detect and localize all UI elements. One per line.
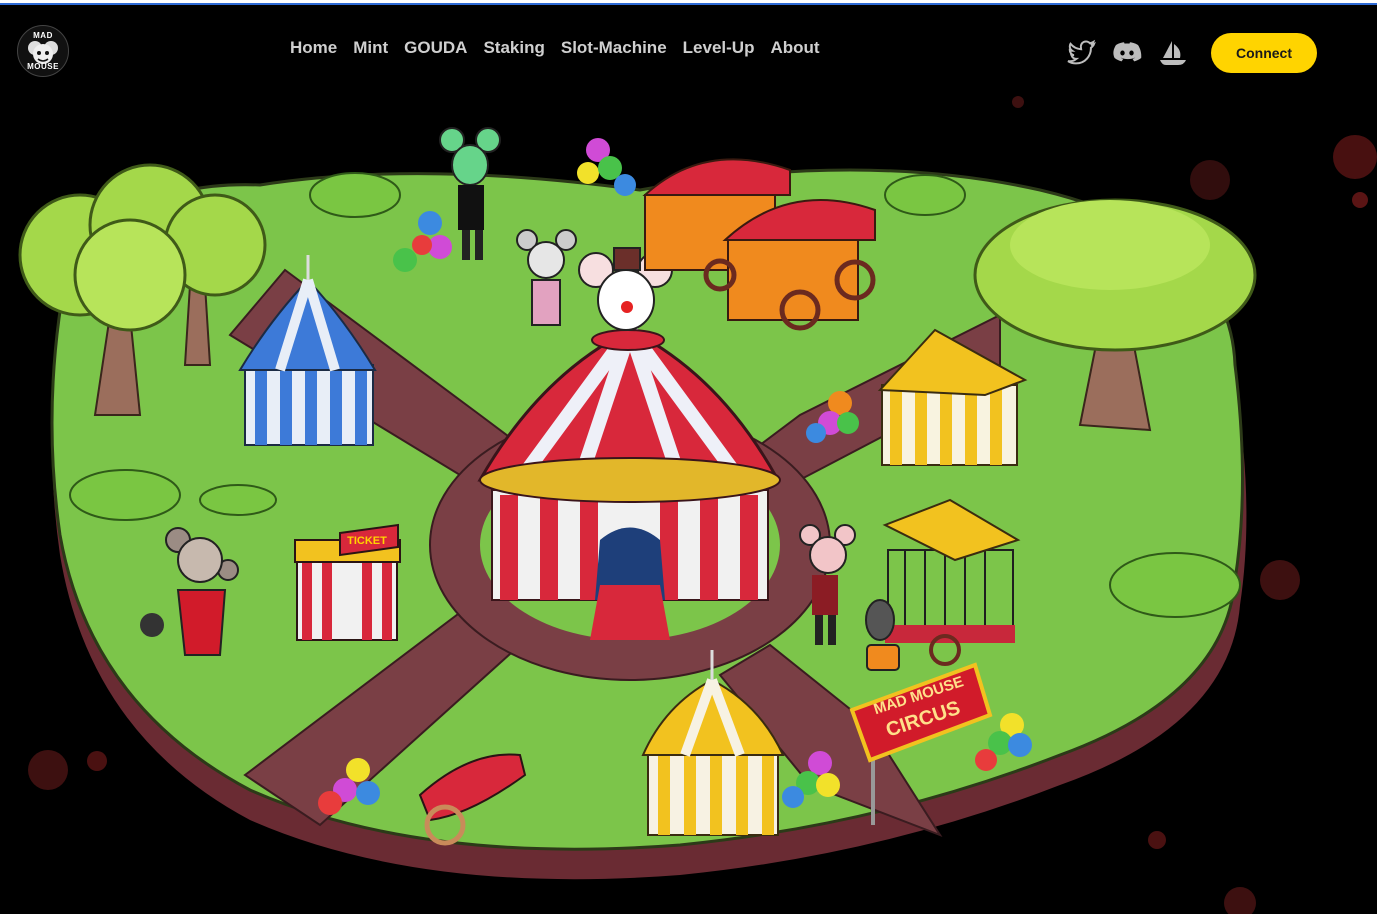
twitter-icon[interactable]	[1064, 36, 1098, 70]
mad-mouse-logo[interactable]: MAD MOUSE	[17, 25, 69, 77]
ticket-sign-text: TICKET	[347, 535, 387, 547]
discord-icon[interactable]	[1110, 36, 1144, 70]
nav-mint[interactable]: Mint	[345, 32, 396, 64]
nav-gouda[interactable]: GOUDA	[396, 32, 475, 64]
circus-island-scene: TICKET MAD MOUSE CIRCUS	[18, 96, 1377, 914]
nav-home[interactable]: Home	[282, 32, 345, 64]
ticket-booth: TICKET	[294, 523, 401, 641]
main-menu: Home Mint GOUDA Staking Slot-Machine Lev…	[282, 32, 828, 64]
nav-level-up[interactable]: Level-Up	[675, 32, 763, 64]
nav-slot-machine[interactable]: Slot-Machine	[553, 32, 675, 64]
top-navigation: MAD MOUSE Home Mint GOUDA Staking Slot-M…	[0, 5, 1377, 85]
opensea-icon[interactable]	[1156, 36, 1190, 70]
logo-text-bottom: MOUSE	[27, 62, 59, 71]
nav-about[interactable]: About	[762, 32, 827, 64]
connect-wallet-button[interactable]: Connect	[1211, 33, 1317, 73]
nav-staking[interactable]: Staking	[475, 32, 552, 64]
